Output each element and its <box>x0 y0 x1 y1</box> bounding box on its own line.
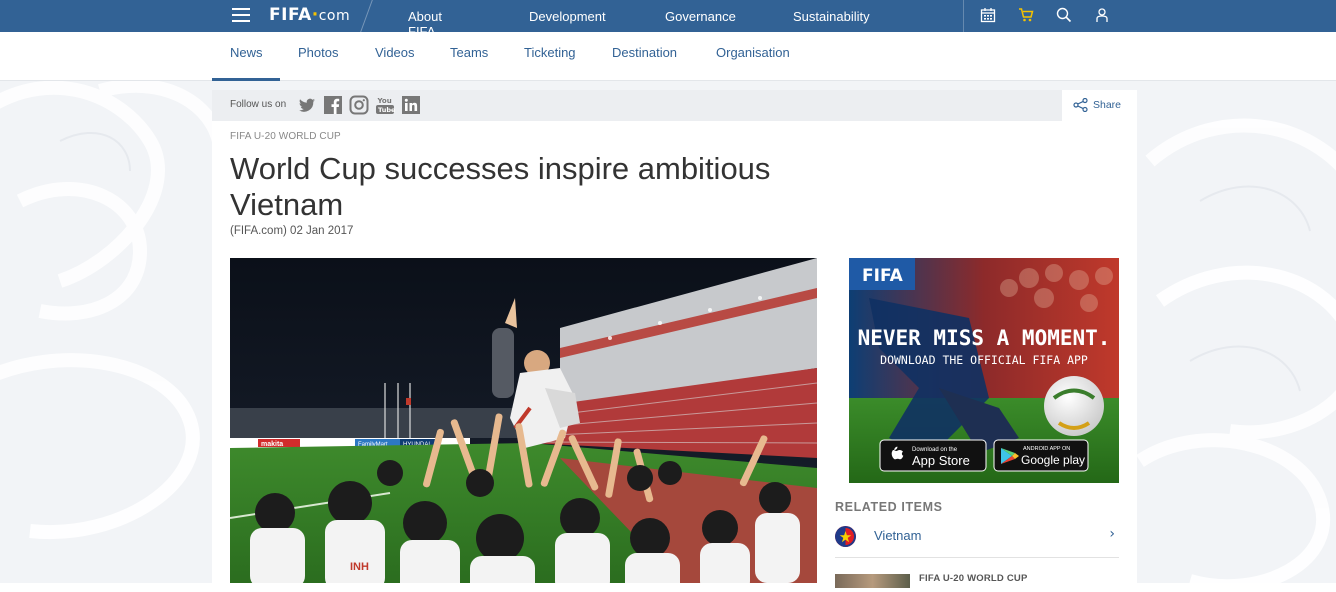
google-small: ANDROID APP ON <box>1023 446 1070 452</box>
user-icon[interactable] <box>1094 7 1110 27</box>
tab-photos[interactable]: Photos <box>298 45 338 60</box>
instagram-icon[interactable] <box>349 95 369 119</box>
follow-label: Follow us on <box>230 99 287 110</box>
related-items-heading: RELATED ITEMS <box>835 500 943 514</box>
search-icon[interactable] <box>1056 7 1072 27</box>
svg-text:Tube: Tube <box>378 106 395 114</box>
ad-headline: NEVER MISS A MOMENT. <box>858 326 1111 350</box>
related-thumbnail <box>835 574 910 588</box>
nav-sustainability[interactable]: Sustainability <box>793 9 870 24</box>
share-button[interactable]: Share <box>1073 98 1121 112</box>
youtube-icon[interactable]: You Tube <box>375 95 396 119</box>
tab-teams[interactable]: Teams <box>450 45 488 60</box>
menu-icon[interactable] <box>232 8 250 23</box>
tab-destination[interactable]: Destination <box>612 45 677 60</box>
chevron-right-icon: › <box>1109 526 1115 542</box>
fifa-app-advert[interactable]: FIFA NEVER MISS A MOMENT. DOWNLOAD THE O… <box>849 258 1119 483</box>
ad-brand: FIFA <box>862 266 904 286</box>
share-label: Share <box>1093 99 1122 111</box>
logo-text: FIFA <box>269 5 312 25</box>
google-play-badge: ANDROID APP ON Google play <box>993 439 1089 472</box>
nav-development[interactable]: Development <box>529 9 606 24</box>
nav-governance[interactable]: Governance <box>665 9 736 24</box>
related-item-label: FIFA U-20 WORLD CUP <box>919 573 1028 584</box>
svg-text:You: You <box>377 97 392 105</box>
utility-icons <box>963 0 1123 32</box>
share-icon <box>1073 98 1088 112</box>
top-navigation-bar: FIFA·com About FIFA Development Governan… <box>0 0 1336 39</box>
article-hero-photo: makita FamilyMart HYUNDAI <box>230 258 817 583</box>
logo-dot: · <box>311 5 319 25</box>
linkedin-icon[interactable] <box>401 95 421 119</box>
vietnam-crest-icon <box>835 526 856 547</box>
twitter-icon[interactable] <box>297 95 317 119</box>
article-kicker[interactable]: FIFA U-20 WORLD CUP <box>230 131 341 142</box>
ad-subline: DOWNLOAD THE OFFICIAL FIFA APP <box>880 353 1088 367</box>
article-byline: (FIFA.com) 02 Jan 2017 <box>230 225 354 237</box>
google-big: Google play <box>1021 453 1085 467</box>
banner-makita: makita <box>261 441 283 448</box>
tab-videos[interactable]: Videos <box>375 45 415 60</box>
logo-divider <box>360 0 373 32</box>
appstore-big: App Store <box>912 453 970 468</box>
cart-icon[interactable] <box>1018 7 1034 27</box>
logo-suffix: com <box>318 8 351 24</box>
section-tabs: News Photos Videos Teams Ticketing Desti… <box>0 32 1336 81</box>
facebook-icon[interactable] <box>323 95 343 119</box>
article-title: World Cup successes inspire ambitious Vi… <box>230 151 771 222</box>
related-item-label: Vietnam <box>874 528 922 543</box>
tab-organisation[interactable]: Organisation <box>716 45 790 60</box>
tab-news[interactable]: News <box>230 45 263 60</box>
tab-ticketing[interactable]: Ticketing <box>524 45 576 60</box>
fifa-logo[interactable]: FIFA · com <box>269 5 350 27</box>
app-store-badge: Download on the App Store <box>879 439 987 472</box>
related-item-u20[interactable]: FIFA U-20 WORLD CUP <box>835 572 1119 592</box>
shirt-text: INH <box>350 561 369 573</box>
related-item-vietnam[interactable]: Vietnam › <box>835 522 1119 558</box>
calendar-icon[interactable] <box>980 7 996 27</box>
